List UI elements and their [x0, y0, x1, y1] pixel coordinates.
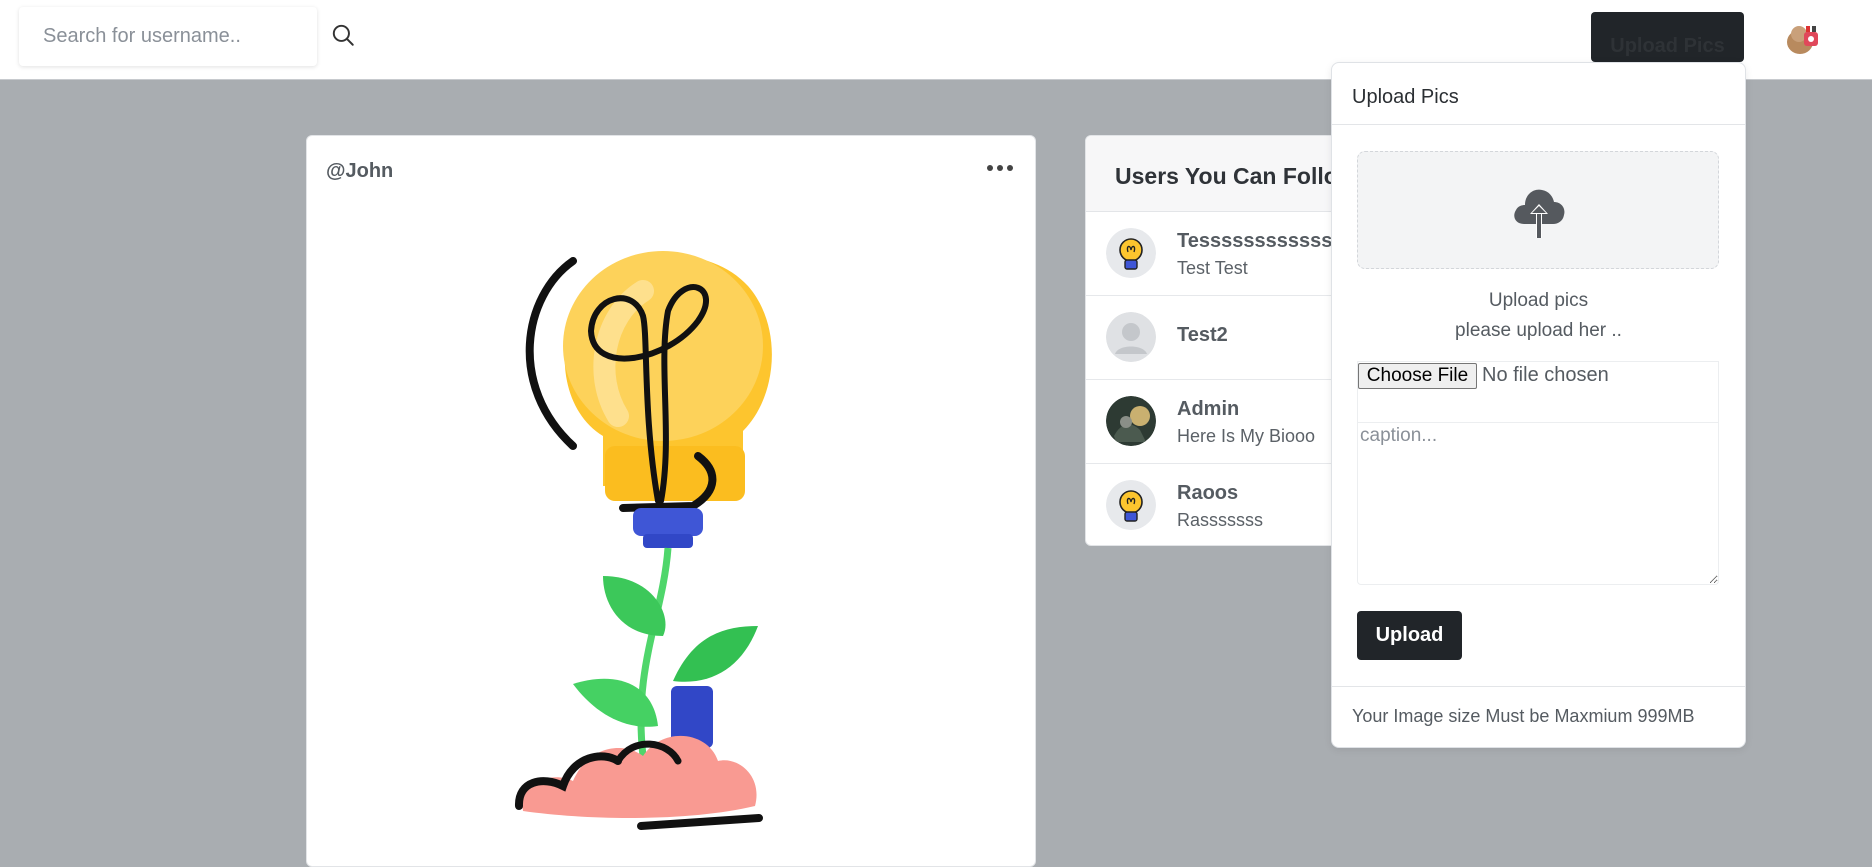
file-status-text: No file chosen [1482, 364, 1609, 386]
upload-pics-panel: Upload Pics Upload pics please upload he… [1331, 62, 1746, 748]
suggested-users-card: Users You Can Follo Tessssssssssssss Tes… [1085, 135, 1347, 546]
image-size-note: Your Image size Must be Maxmium 999MB [1332, 686, 1745, 747]
suggested-users-title: Users You Can Follo [1086, 136, 1346, 212]
user-name[interactable]: Tessssssssssssss [1177, 230, 1346, 253]
more-options-icon[interactable] [983, 158, 1017, 178]
user-avatar [1106, 228, 1156, 278]
panel-title: Upload Pics [1332, 63, 1745, 125]
caption-input[interactable] [1357, 422, 1719, 585]
post-card: @John [306, 135, 1036, 867]
suggested-user-row[interactable]: Admin Here Is My Biooo [1086, 380, 1346, 464]
user-avatar [1106, 480, 1156, 530]
upload-pics-button[interactable]: Upload Pics [1591, 12, 1744, 62]
upload-submit-button[interactable]: Upload [1357, 611, 1462, 660]
suggested-user-row[interactable]: Test2 [1086, 296, 1346, 380]
upload-dropzone[interactable] [1357, 151, 1719, 269]
user-name[interactable]: Raoos [1177, 482, 1238, 505]
choose-file-button[interactable]: Choose File [1358, 363, 1477, 389]
default-user-avatar [1106, 312, 1156, 362]
user-avatar [1106, 396, 1156, 446]
search-input[interactable] [19, 7, 317, 66]
post-username[interactable]: @John [326, 160, 393, 183]
upload-hint-subtitle: please upload her .. [1455, 320, 1622, 341]
upload-hint-title: Upload pics [1488, 290, 1589, 311]
file-input-row: Choose File No file chosen [1357, 361, 1719, 422]
suggested-user-row[interactable]: Raoos Rasssssss [1086, 464, 1346, 545]
search-box [19, 7, 317, 66]
user-bio: Test Test [1177, 258, 1248, 278]
user-bio: Here Is My Biooo [1177, 426, 1316, 446]
post-image [515, 251, 772, 830]
user-name[interactable]: Test2 [1177, 324, 1228, 347]
user-name[interactable]: Admin [1177, 398, 1239, 421]
user-bio: Rasssssss [1177, 510, 1264, 530]
profile-avatar[interactable] [1784, 18, 1822, 56]
suggested-user-row[interactable]: Tessssssssssssss Test Test [1086, 212, 1346, 296]
search-icon[interactable] [330, 22, 356, 48]
cloud-upload-icon [1514, 189, 1565, 238]
